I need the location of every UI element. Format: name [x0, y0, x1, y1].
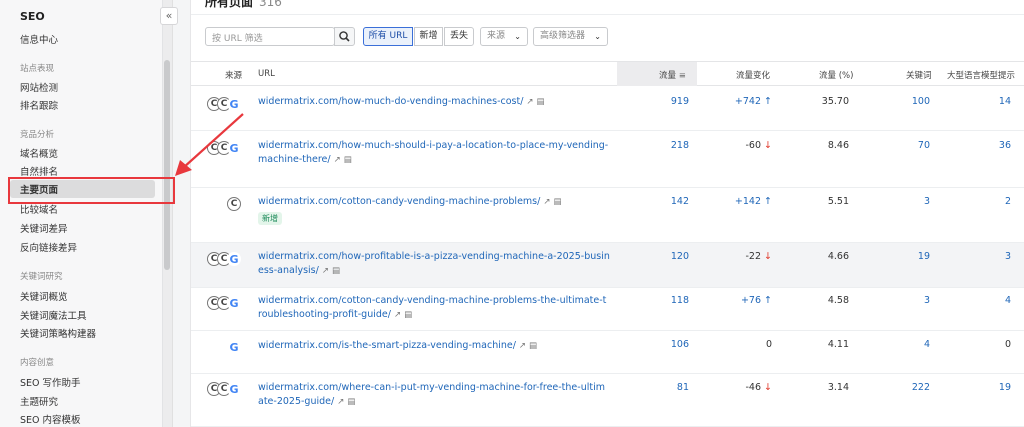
- annotation-arrow: [175, 113, 244, 176]
- semrush-app: SEO 信息中心 站点表现 网站检测 排名跟踪 竞品分析 域名概览 自然排名 主…: [0, 0, 1024, 427]
